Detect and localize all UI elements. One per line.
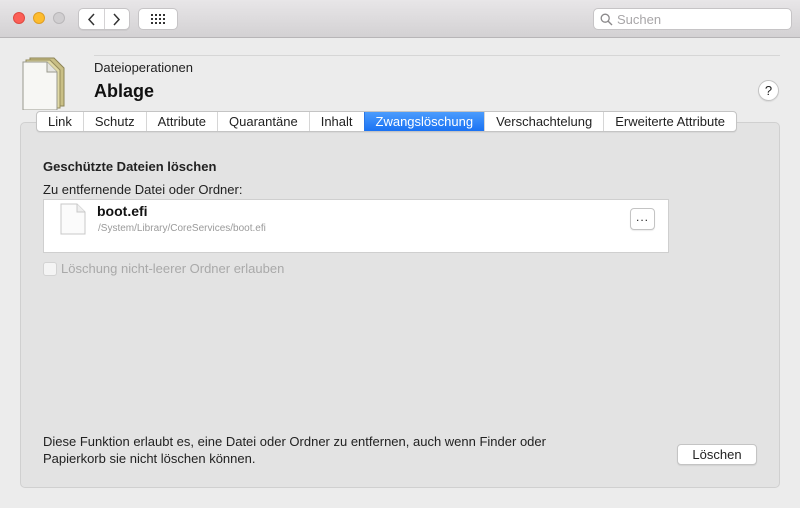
forward-button[interactable]: [103, 9, 130, 29]
file-drop-field[interactable]: boot.efi /System/Library/CoreServices/bo…: [43, 199, 669, 253]
show-all-button[interactable]: [138, 8, 178, 30]
tab-inhalt[interactable]: Inhalt: [308, 112, 364, 131]
search-icon: [600, 13, 613, 25]
document-icon: [22, 57, 65, 110]
file-icon: [60, 203, 86, 235]
tab-erweiterte-attribute[interactable]: Erweiterte Attribute: [603, 112, 736, 131]
section-heading: Geschützte Dateien löschen: [43, 159, 217, 174]
tab-verschachtelung[interactable]: Verschachtelung: [484, 112, 603, 131]
checkbox-label: Löschung nicht-leerer Ordner erlauben: [61, 261, 285, 276]
grid-icon: [151, 14, 165, 24]
title-bar: [0, 0, 800, 38]
help-button[interactable]: ?: [758, 80, 779, 101]
header-separator: [94, 55, 780, 56]
description-text: Diese Funktion erlaubt es, eine Datei od…: [43, 434, 546, 466]
back-button[interactable]: [79, 9, 104, 29]
search-field[interactable]: [593, 8, 792, 30]
tab-attribute[interactable]: Attribute: [145, 112, 217, 131]
tab-schutz[interactable]: Schutz: [82, 112, 146, 131]
navigation-buttons: [78, 8, 130, 30]
page-title: Ablage: [94, 81, 155, 101]
page-subtitle: Dateioperationen: [94, 60, 194, 75]
file-path: /System/Library/CoreServices/boot.efi: [98, 223, 266, 234]
tab-link[interactable]: Link: [37, 112, 83, 131]
tab-quarantaene[interactable]: Quarantäne: [217, 112, 309, 131]
choose-file-button[interactable]: ...: [630, 208, 655, 230]
delete-button[interactable]: Löschen: [677, 444, 757, 465]
allow-nonempty-folder-checkbox[interactable]: [43, 261, 57, 276]
zoom-window-button[interactable]: [53, 12, 65, 24]
chevron-right-icon: [113, 12, 121, 26]
file-name: boot.efi: [97, 203, 148, 219]
search-input[interactable]: [617, 11, 777, 27]
close-window-button[interactable]: [13, 12, 25, 24]
chevron-left-icon: [87, 12, 95, 26]
tab-bar: Link Schutz Attribute Quarantäne Inhalt …: [36, 111, 738, 132]
allow-nonempty-folder-option: Löschung nicht-leerer Ordner erlauben: [43, 261, 284, 276]
minimize-window-button[interactable]: [33, 12, 45, 24]
file-field-label: Zu entfernende Datei oder Ordner:: [43, 182, 243, 197]
tab-zwangsloeschung[interactable]: Zwangslöschung: [363, 112, 485, 131]
